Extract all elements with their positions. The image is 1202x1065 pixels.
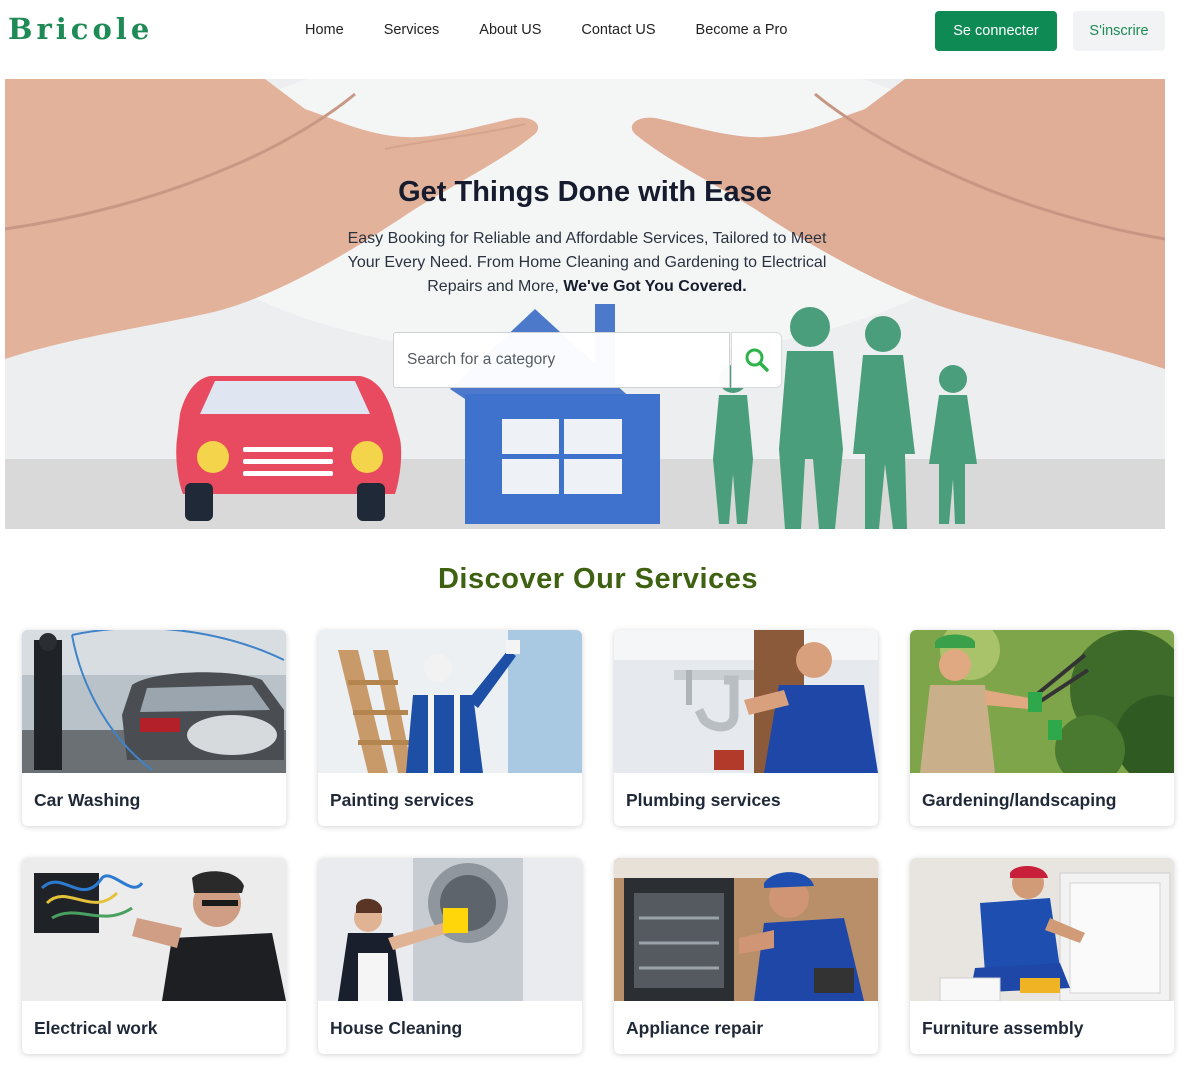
service-card-electrical[interactable]: Electrical work — [22, 858, 286, 1054]
nav-link-services[interactable]: Services — [384, 22, 440, 38]
appliance-photo — [614, 858, 878, 1001]
cleaning-photo — [318, 858, 582, 1001]
service-card-appliance[interactable]: Appliance repair — [614, 858, 878, 1054]
service-card-label: Gardening/landscaping — [922, 790, 1117, 810]
service-card-plumbing[interactable]: Plumbing services — [614, 630, 878, 826]
nav-link-become-pro[interactable]: Become a Pro — [696, 22, 788, 38]
category-search-input[interactable] — [393, 332, 730, 388]
service-card-label: House Cleaning — [330, 1018, 463, 1038]
signup-button[interactable]: S'inscrire — [1073, 11, 1165, 51]
search-icon — [745, 348, 769, 372]
service-card-label: Car Washing — [34, 790, 141, 810]
hero-description-bold: We've Got You Covered. — [563, 278, 747, 295]
hero-banner: Get Things Done with Ease Easy Booking f… — [5, 79, 1165, 529]
service-card-car-washing[interactable]: Car Washing — [22, 630, 286, 826]
nav-link-about[interactable]: About US — [479, 22, 541, 38]
services-section-title: Discover Our Services — [437, 563, 758, 595]
gardening-photo — [910, 630, 1174, 773]
furniture-photo — [910, 858, 1174, 1001]
brand-logo[interactable]: Bricole — [8, 12, 153, 46]
car-washing-photo — [22, 630, 286, 773]
service-card-furniture[interactable]: Furniture assembly — [910, 858, 1174, 1054]
service-card-painting[interactable]: Painting services — [318, 630, 582, 826]
service-card-label: Furniture assembly — [922, 1018, 1084, 1038]
nav-link-contact[interactable]: Contact US — [581, 22, 655, 38]
service-card-label: Appliance repair — [626, 1018, 764, 1038]
hero-description: Easy Booking for Reliable and Affordable… — [340, 227, 834, 299]
hero-illustration — [5, 79, 1165, 529]
service-card-gardening[interactable]: Gardening/landscaping — [910, 630, 1174, 826]
plumbing-photo — [614, 630, 878, 773]
login-button[interactable]: Se connecter — [935, 11, 1057, 51]
nav-link-home[interactable]: Home — [305, 22, 344, 38]
electrical-photo — [22, 858, 286, 1001]
service-card-label: Painting services — [330, 790, 474, 810]
main-menu: Home Services About US Contact US Become… — [305, 22, 787, 38]
search-button[interactable] — [731, 332, 782, 388]
service-card-label: Electrical work — [34, 1018, 158, 1038]
service-card-label: Plumbing services — [626, 790, 781, 810]
hero-title: Get Things Done with Ease — [398, 176, 772, 208]
painting-photo — [318, 630, 582, 773]
service-card-cleaning[interactable]: House Cleaning — [318, 858, 582, 1054]
top-navbar: Bricole Home Services About US Contact U… — [0, 0, 1202, 62]
